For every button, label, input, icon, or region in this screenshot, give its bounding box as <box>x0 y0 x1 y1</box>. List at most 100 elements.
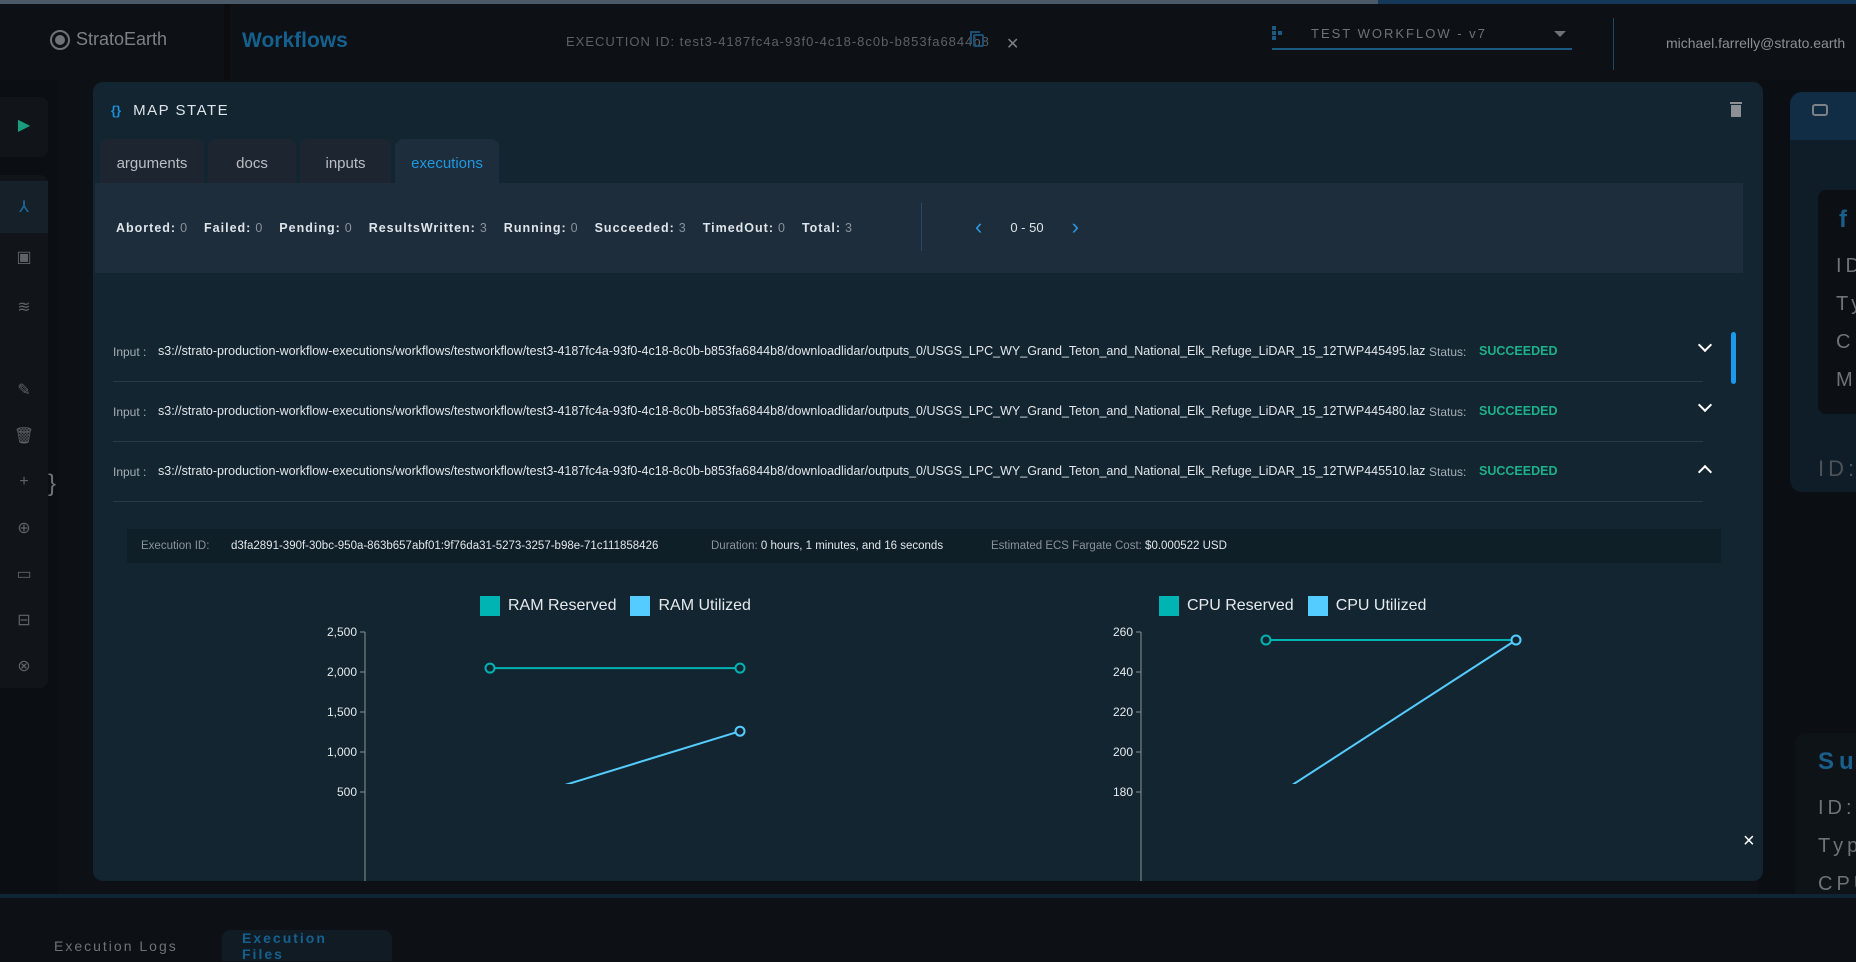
legend-label[interactable]: CPU Reserved <box>1187 597 1294 615</box>
status-label: Status: <box>1429 405 1467 419</box>
delete-state-icon[interactable] <box>1730 102 1742 118</box>
right-node-field: C <box>1836 331 1855 353</box>
execution-row[interactable]: Input : s3://strato-production-workflow-e… <box>113 382 1713 442</box>
y-tick-label: 1,000 <box>327 745 357 759</box>
globe-icon <box>50 29 70 50</box>
counter-value: 3 <box>678 221 687 235</box>
data-point[interactable] <box>734 725 746 737</box>
counter-item: Aborted: 0 <box>116 221 188 235</box>
chart-canvas: 2,500 2,000 1,500 1,000 500 <box>327 625 746 881</box>
execution-row[interactable]: Input : s3://strato-production-workflow-e… <box>113 442 1713 502</box>
counter-label: Running: <box>503 221 567 235</box>
tab-inputs[interactable]: inputs <box>300 139 391 188</box>
workflow-select[interactable]: TEST WORKFLOW - v7 <box>1272 18 1572 50</box>
chevron-right-icon[interactable]: › <box>1072 216 1079 238</box>
legend-label[interactable]: CPU Utilized <box>1336 597 1427 615</box>
right-summary-field: Typ <box>1818 835 1856 857</box>
cost-value: $0.000522 USD <box>1145 540 1227 552</box>
execution-id-label: EXECUTION ID: test3-4187fc4a-93f0-4c18-8… <box>566 34 990 49</box>
right-node-field: Ty <box>1836 293 1856 315</box>
sidebar-group: ✎ 🗑 + ⊕ ▭ ⊟ ⊗ <box>0 358 48 688</box>
plus-icon[interactable]: + <box>14 472 34 492</box>
sidebar-group: ▶ <box>0 97 48 157</box>
archive-icon[interactable]: ⊟ <box>14 610 34 630</box>
y-tick-label: 180 <box>1113 785 1133 799</box>
close-modal-button[interactable]: × <box>1743 830 1755 853</box>
counter-label: ResultsWritten: <box>368 221 476 235</box>
chevron-down-icon[interactable] <box>1697 397 1713 413</box>
tab-execution-logs[interactable]: Execution Logs <box>34 930 198 961</box>
y-tick-label: 1,500 <box>327 705 357 719</box>
legend-label[interactable]: RAM Reserved <box>508 597 616 615</box>
workflow-select-value: TEST WORKFLOW - v7 <box>1311 26 1487 41</box>
counter-value: 0 <box>255 221 264 235</box>
right-node-card-title: f <box>1839 206 1847 233</box>
detail-execution-id-label: Execution ID: <box>141 540 210 552</box>
execution-list: Input : s3://strato-production-workflow-e… <box>113 322 1713 502</box>
status-label: Status: <box>1429 345 1467 359</box>
clipboard-icon[interactable]: ▭ <box>14 564 34 584</box>
y-tick-label: 240 <box>1113 665 1133 679</box>
legend-swatch[interactable] <box>1159 596 1179 616</box>
data-point[interactable] <box>1260 634 1272 646</box>
chip-icon[interactable]: ▣ <box>14 247 34 267</box>
sidebar-group: ⅄ ▣ ≋ <box>0 175 48 370</box>
pagination: ‹ 0 - 50 › <box>975 216 1079 238</box>
play-circle-icon[interactable]: ▶ <box>14 115 34 135</box>
user-email[interactable]: michael.farrelly@strato.earth <box>1666 35 1845 51</box>
legend-swatch[interactable] <box>1307 596 1328 616</box>
data-point[interactable] <box>734 662 746 674</box>
counter-value: 0 <box>180 221 189 235</box>
workflow-graph-icon[interactable]: ⅄ <box>14 197 34 217</box>
tab-execution-files[interactable]: Execution Files <box>222 930 392 962</box>
trash-icon[interactable]: 🗑 <box>14 426 34 446</box>
status-badge: SUCCEEDED <box>1479 464 1558 478</box>
counter-label: Pending: <box>279 221 341 235</box>
chevron-down-icon[interactable] <box>1697 337 1713 353</box>
execution-detail-bar: Execution ID: d3fa2891-390f-30bc-950a-86… <box>127 529 1721 563</box>
input-path: s3://strato-production-workflow-executio… <box>158 344 1426 358</box>
y-tick-label: 200 <box>1113 745 1133 759</box>
counter-label: Total: <box>801 221 842 235</box>
copy-icon[interactable] <box>970 31 984 47</box>
y-tick-label: 2,500 <box>327 625 357 639</box>
cpu-chart: 260 240 220 200 180 CPU Reserved CPU Utilized <box>981 582 1681 881</box>
tab-arguments[interactable]: arguments <box>100 139 204 188</box>
execution-row[interactable]: Input : s3://strato-production-workflow-e… <box>113 322 1713 382</box>
input-label: Input : <box>113 405 147 419</box>
close-execution-button[interactable]: ✕ <box>1006 34 1019 54</box>
data-point[interactable] <box>1262 798 1271 807</box>
legend-swatch[interactable] <box>480 596 500 616</box>
counter-item: Failed: 0 <box>204 221 263 235</box>
pencil-icon[interactable]: ✎ <box>14 380 34 400</box>
scrollbar-thumb[interactable] <box>1731 332 1736 384</box>
data-point[interactable] <box>486 804 495 813</box>
detail-duration: Duration: 0 hours, 1 minutes, and 16 sec… <box>711 540 943 552</box>
data-point[interactable] <box>484 662 496 674</box>
layers-icon[interactable]: ≋ <box>14 297 34 317</box>
workflow-tree-icon <box>1272 26 1284 40</box>
right-summary-field: CPU <box>1818 873 1856 895</box>
windows-icon[interactable] <box>1812 104 1828 116</box>
right-node-id: ID: <box>1818 456 1856 481</box>
y-tick-label: 500 <box>337 785 357 799</box>
counters-separator <box>921 203 922 251</box>
legend-label[interactable]: RAM Utilized <box>658 597 750 615</box>
right-summary-field: ID: <box>1818 797 1856 819</box>
chart-legend: CPU Reserved CPU Utilized <box>1159 596 1432 616</box>
modal-title: MAP STATE <box>133 102 230 119</box>
close-circle-icon[interactable]: ⊗ <box>14 656 34 676</box>
input-label: Input : <box>113 465 147 479</box>
add-circle-icon[interactable]: ⊕ <box>14 518 34 538</box>
duration-value: 0 hours, 1 minutes, and 16 seconds <box>760 540 944 552</box>
counter-value: 0 <box>344 221 353 235</box>
legend-swatch[interactable] <box>630 596 651 616</box>
brand-logo[interactable]: StratoEarth <box>50 29 167 50</box>
tab-docs[interactable]: docs <box>208 139 296 188</box>
series-line-ram-utilized <box>564 730 741 784</box>
chevron-left-icon[interactable]: ‹ <box>975 216 982 238</box>
brand-name: StratoEarth <box>76 29 168 49</box>
tab-executions[interactable]: executions <box>395 139 499 188</box>
chevron-up-icon[interactable] <box>1697 464 1713 480</box>
data-point[interactable] <box>1510 634 1522 646</box>
